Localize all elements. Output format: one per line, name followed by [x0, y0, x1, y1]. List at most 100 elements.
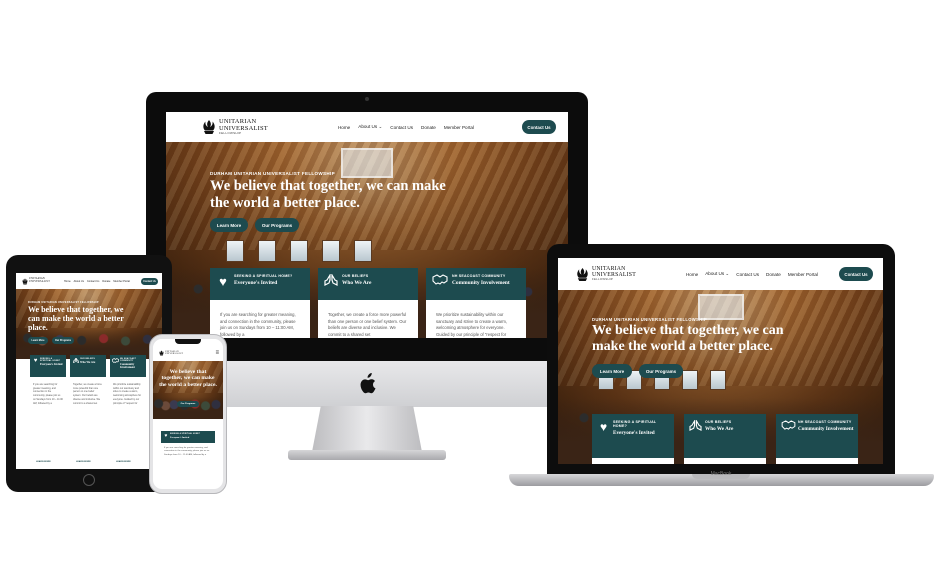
hero-section: Durham Unitarian Universalist Fellowship…: [558, 290, 883, 464]
card-body: If you are searching for greater meaning…: [30, 377, 66, 459]
our-programs-button[interactable]: Our Programs: [177, 401, 199, 407]
nav-member-portal[interactable]: Member Portal: [788, 272, 818, 277]
card-body: We prioritize sustainability within our …: [110, 377, 146, 459]
nav-home[interactable]: Home: [686, 272, 698, 277]
feature-cards: ♥ Seeking a Spiritual Home? Everyone's I…: [30, 355, 146, 465]
imac-stand: [312, 406, 422, 452]
handshake-icon: [780, 420, 796, 430]
chalice-flame-icon: [202, 119, 216, 135]
nav-about-us[interactable]: About Us ⌄: [705, 271, 729, 277]
chalice-flame-icon: [22, 278, 28, 285]
card-title: Who We Are: [80, 361, 96, 364]
site-logo[interactable]: Unitarian Universalist Fellowship: [202, 118, 268, 135]
nav-about-us[interactable]: About Us: [74, 280, 84, 283]
phone-notch: [175, 339, 201, 344]
nav-about-us[interactable]: About Us ⌄: [358, 124, 382, 130]
nav-contact-us[interactable]: Contact Us: [736, 272, 759, 277]
hall-windows: [226, 240, 372, 262]
praying-hands-icon: [72, 358, 79, 363]
learn-more-button[interactable]: Learn More: [592, 364, 632, 378]
chevron-down-icon: ⌄: [725, 271, 730, 276]
feature-card: Our Beliefs Who We Are Together, we crea…: [70, 355, 106, 465]
hero-section: Durham Unitarian Universalist Fellowship…: [16, 289, 162, 359]
tablet-website: Unitarian Universalist Home About Us Con…: [16, 273, 162, 469]
site-logo[interactable]: Unitarian Universalist: [22, 278, 50, 285]
card-title: Who We Are: [705, 426, 734, 432]
nav-home[interactable]: Home: [338, 125, 350, 130]
nav-contact-us[interactable]: Contact Us: [390, 125, 413, 130]
laptop-website: Unitarian Universalist Fellowship Home A…: [558, 258, 883, 464]
praying-hands-icon: [323, 274, 339, 286]
site-header: Unitarian Universalist Fellowship Home A…: [558, 258, 883, 290]
apple-logo-icon: [360, 373, 376, 394]
hamburger-menu-icon[interactable]: ≡: [215, 350, 219, 356]
feature-card: ♥ Seeking a Spiritual Home? Everyone's I…: [210, 268, 310, 338]
handshake-icon: [112, 358, 119, 363]
site-logo[interactable]: Unitarian Universalist Fellowship: [576, 266, 636, 282]
feature-card: ♥ Seeking a Spiritual Home? Everyone's I…: [30, 355, 66, 465]
card-kicker: NH Seacoast Community: [452, 274, 506, 278]
card-kicker: Our Beliefs: [80, 358, 95, 360]
nav-donate[interactable]: Donate: [766, 272, 781, 277]
our-programs-button[interactable]: Our Programs: [255, 218, 299, 232]
site-header: Unitarian Universalist Home About Us Con…: [16, 273, 162, 289]
card-title: Community Involvement: [452, 280, 510, 286]
contact-us-button[interactable]: Contact Us: [141, 277, 158, 285]
card-title: Everyone's Invited: [170, 436, 190, 439]
handshake-icon: [431, 274, 449, 285]
phone-website: Unitarian Universalist ≡ We believe that…: [153, 339, 223, 489]
card-learn-more-link[interactable]: Learn More: [110, 459, 146, 465]
learn-more-button[interactable]: Learn More: [210, 218, 248, 232]
hero-section: Durham Unitarian Universalist Fellowship…: [166, 142, 568, 338]
card-body: If you are searching for greater meaning…: [161, 443, 215, 483]
hero-headline: We believe that together, we can make th…: [159, 369, 217, 388]
feature-card: ♥ Seeking a Spiritual Home? Everyone's I…: [592, 414, 674, 464]
contact-us-button[interactable]: Contact Us: [522, 120, 556, 134]
chevron-down-icon: ⌄: [378, 124, 383, 129]
card-kicker: NH Seacoast Community: [798, 420, 852, 424]
nav-home[interactable]: Home: [64, 280, 71, 283]
feature-card: NH Seacoast Community Community Involvem…: [110, 355, 146, 465]
nav-donate[interactable]: Donate: [102, 280, 110, 283]
card-title: Everyone's Invited: [613, 430, 655, 436]
card-kicker: Seeking a Spiritual Home?: [234, 274, 293, 278]
feature-cards: ♥ Seeking a Spiritual Home? Everyone's I…: [592, 414, 858, 464]
card-body: Together, we create a force more powerfu…: [318, 300, 418, 338]
logo-subtitle: Fellowship: [219, 131, 242, 135]
nav-member-portal[interactable]: Member Portal: [113, 280, 129, 283]
nav-contact-us[interactable]: Contact Us: [87, 280, 99, 283]
hero-headline: We believe that together, we can make th…: [210, 178, 446, 211]
heart-icon: ♥: [164, 433, 168, 439]
site-header: Unitarian Universalist Fellowship Home A…: [166, 112, 568, 142]
heart-icon: ♥: [219, 274, 227, 289]
heart-icon: ♥: [33, 358, 38, 364]
nav-member-portal[interactable]: Member Portal: [444, 125, 474, 130]
main-nav: Home About Us ⌄ Contact Us Donate Member…: [686, 271, 818, 277]
hero-eyebrow: Durham Unitarian Universalist Fellowship: [210, 171, 335, 176]
card-title: Community Involvement: [798, 426, 854, 432]
feature-card: NH Seacoast Community Community Involvem…: [776, 414, 858, 464]
laptop-label: MacBook: [710, 471, 732, 477]
imac-website: Unitarian Universalist Fellowship Home A…: [166, 112, 568, 338]
hero-section: We believe that together, we can make th…: [153, 361, 223, 419]
card-learn-more-link[interactable]: Learn More: [70, 459, 106, 465]
main-nav: Home About Us ⌄ Contact Us Donate Member…: [338, 124, 474, 130]
card-kicker: Seeking a Spiritual Home?: [170, 433, 201, 435]
learn-more-button[interactable]: Learn More: [28, 337, 48, 344]
card-kicker: Seeking a Spiritual Home?: [613, 420, 657, 428]
card-learn-more-link[interactable]: Learn More: [30, 459, 66, 465]
card-title: Everyone's Invited: [40, 363, 63, 366]
hero-headline: We believe that together, we can make th…: [28, 305, 124, 333]
card-body: We prioritize sustainability within our …: [426, 300, 526, 338]
our-programs-button[interactable]: Our Programs: [639, 364, 683, 378]
heart-icon: ♥: [599, 420, 608, 434]
imac-camera: [365, 97, 369, 101]
contact-us-button[interactable]: Contact Us: [839, 267, 873, 281]
nav-donate[interactable]: Donate: [421, 125, 436, 130]
site-logo[interactable]: Unitarian Universalist: [159, 350, 183, 356]
card-body: If you are searching for greater meaning…: [210, 300, 310, 338]
skylight: [341, 148, 393, 178]
chalice-flame-icon: [576, 267, 589, 282]
our-programs-button[interactable]: Our Programs: [52, 337, 74, 344]
chalice-flame-icon: [159, 350, 164, 356]
